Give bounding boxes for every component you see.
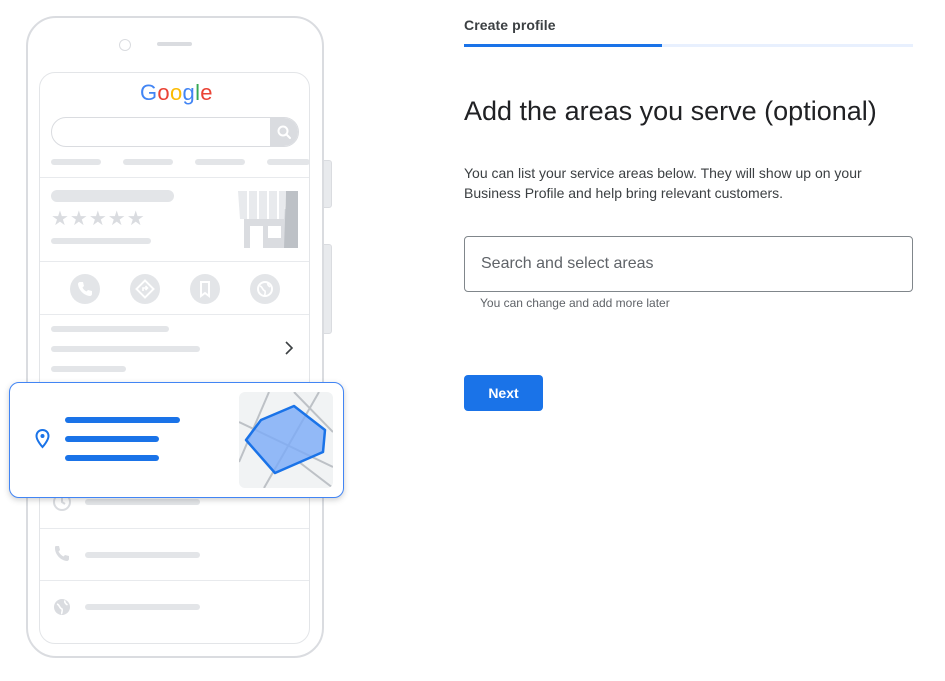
- directions-icon: [135, 279, 155, 299]
- mock-action-button: [190, 274, 220, 304]
- mock-chip: [51, 159, 101, 165]
- globe-icon: [54, 599, 70, 615]
- phone-side-button: [323, 244, 332, 334]
- phone-screen: [39, 72, 310, 644]
- phone-camera: [119, 39, 131, 51]
- mock-text-line: [85, 604, 200, 610]
- mock-chip: [267, 159, 310, 165]
- location-pin-icon: [35, 429, 50, 449]
- bookmark-icon: [200, 281, 210, 298]
- mock-search-bar: [51, 117, 299, 147]
- logo-letter: G: [140, 80, 158, 105]
- logo-letter: o: [169, 80, 183, 105]
- map-icon: [239, 392, 333, 488]
- mock-chip: [123, 159, 173, 165]
- logo-letter: e: [200, 80, 213, 105]
- card-text-line: [65, 436, 159, 442]
- mock-divider: [40, 314, 309, 315]
- page-title: Add the areas you serve (optional): [464, 96, 877, 126]
- mock-text-line: [85, 499, 200, 505]
- mock-text-line: [85, 552, 200, 558]
- phone-speaker: [157, 42, 192, 46]
- card-text-line: [65, 455, 159, 461]
- mock-action-button: [70, 274, 100, 304]
- mock-action-button: [130, 274, 160, 304]
- mock-action-button: [250, 274, 280, 304]
- logo-letter: o: [157, 80, 170, 105]
- google-logo: Google: [140, 80, 213, 106]
- map-tile: [239, 392, 333, 488]
- mock-text-line: [51, 326, 169, 332]
- card-text-line: [65, 417, 180, 423]
- globe-icon: [257, 281, 273, 297]
- phone-icon: [78, 282, 92, 296]
- mock-text-line: [51, 366, 126, 372]
- phone-icon: [55, 546, 69, 561]
- next-button[interactable]: Next: [464, 375, 543, 411]
- service-area-search-input[interactable]: [464, 236, 913, 292]
- logo-letter: g: [182, 80, 196, 105]
- step-label: Create profile: [464, 17, 556, 33]
- mock-text-line: [51, 346, 200, 352]
- mock-chip: [195, 159, 245, 165]
- progress-bar: [464, 44, 662, 47]
- phone-side-button: [323, 160, 332, 208]
- search-helper-text: You can change and add more later: [480, 296, 670, 310]
- search-icon: [277, 125, 291, 139]
- mock-business-name: [51, 190, 174, 202]
- mock-divider: [40, 261, 309, 262]
- mock-search-button: [270, 118, 298, 146]
- mock-divider: [40, 177, 309, 178]
- storefront-icon: [238, 191, 298, 248]
- mock-divider: [40, 528, 309, 529]
- mock-divider: [40, 580, 309, 581]
- rating-stars: ★★★★★: [51, 208, 146, 230]
- chevron-right-icon: [285, 341, 294, 355]
- page-description: You can list your service areas below. T…: [464, 165, 862, 201]
- mock-text-line: [51, 238, 151, 244]
